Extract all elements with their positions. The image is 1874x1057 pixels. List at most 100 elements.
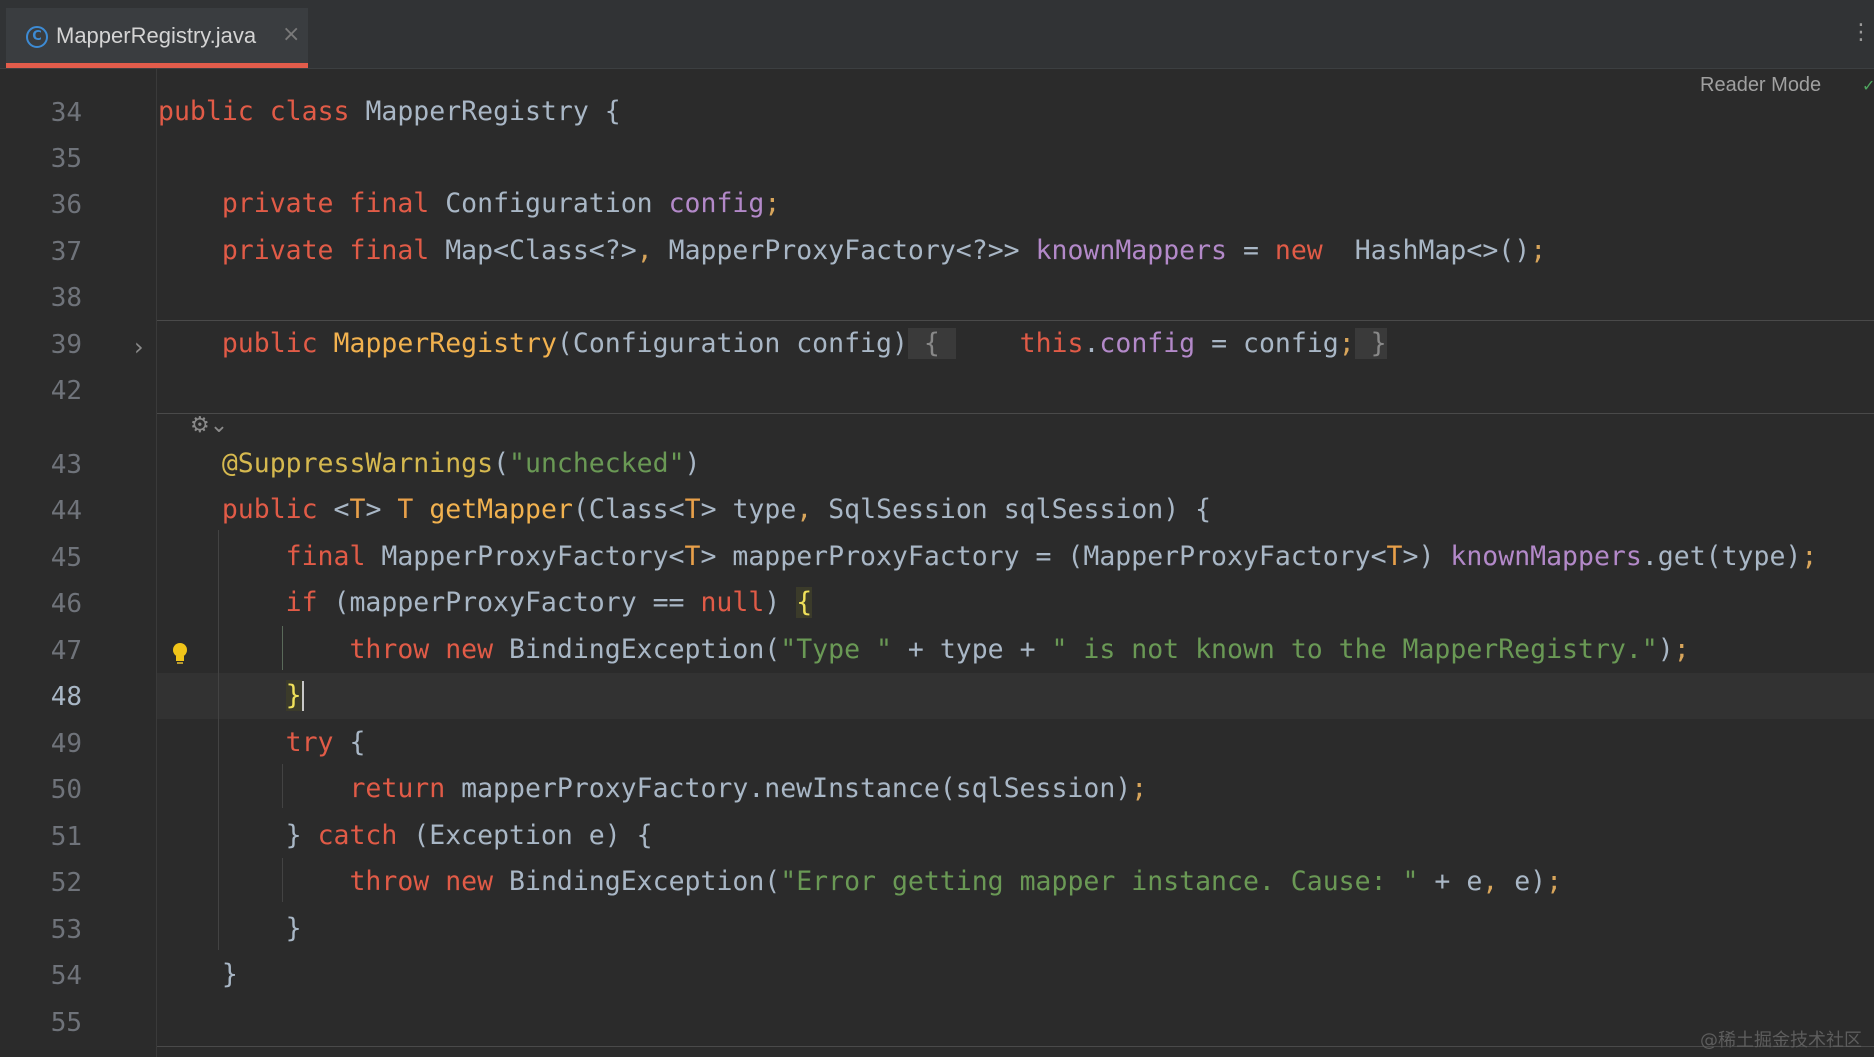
token: Configuration <box>429 188 669 219</box>
line-number: 55 <box>50 1008 82 1038</box>
token: if <box>285 587 318 618</box>
token: try <box>285 727 334 758</box>
token: knownMappers <box>1035 235 1228 266</box>
token: T <box>397 494 414 525</box>
line-number: 49 <box>50 729 82 759</box>
token: (Class< <box>572 494 685 525</box>
token: config <box>1099 328 1196 359</box>
token: ) <box>1657 634 1674 665</box>
code-line-52: throw new BindingException("Error gettin… <box>158 867 1562 897</box>
token: > <box>365 494 398 525</box>
token: T <box>349 494 366 525</box>
token: = <box>1227 235 1275 266</box>
token: T <box>684 494 701 525</box>
method-separator <box>157 320 1874 321</box>
token: Map<Class<?> <box>429 235 637 266</box>
token: public <box>221 494 318 525</box>
tab-title: MapperRegistry.java <box>56 23 257 48</box>
line-number: 36 <box>50 190 82 220</box>
folded-block-end[interactable]: } <box>1354 328 1387 359</box>
token: throw <box>349 866 430 897</box>
inlay-settings-icon[interactable]: ⚙⌄ <box>190 413 228 438</box>
token: "Type " <box>780 634 892 665</box>
code-line-43: @SuppressWarnings("unchecked") <box>158 449 701 479</box>
token: throw <box>349 634 430 665</box>
token: = config <box>1195 328 1339 359</box>
token: getMapper <box>429 494 573 525</box>
token: } <box>285 820 318 851</box>
line-number: 42 <box>50 376 82 406</box>
tab-mapper-registry[interactable]: C MapperRegistry.java × <box>6 8 308 68</box>
token: } <box>221 959 238 990</box>
editor-tab-bar: C MapperRegistry.java × ⋮ <box>0 0 1874 69</box>
line-number: 38 <box>50 283 82 313</box>
token: } <box>285 913 302 944</box>
watermark: @稀土掘金技术社区 <box>1700 1030 1862 1051</box>
check-icon: ✓ <box>1862 76 1874 95</box>
token: MapperProxyFactory<?>> <box>652 235 1036 266</box>
token: T <box>684 541 701 572</box>
matched-brace: { <box>796 587 813 618</box>
token: ) <box>684 448 701 479</box>
token: ; <box>1131 773 1148 804</box>
token: ; <box>1338 328 1355 359</box>
token: { <box>333 727 366 758</box>
token: T <box>1386 541 1403 572</box>
code-line-45: final MapperProxyFactory<T> mapperProxyF… <box>158 541 1818 572</box>
token: return <box>349 773 446 804</box>
token: BindingException( <box>493 866 781 897</box>
code-line-51: } catch (Exception e) { <box>158 821 653 851</box>
token: ; <box>1673 634 1690 665</box>
token: , <box>796 494 813 525</box>
token: + type + <box>891 634 1052 665</box>
token: >) <box>1402 541 1451 572</box>
token: ( <box>493 448 510 479</box>
code-line-50: return mapperProxyFactory.newInstance(sq… <box>158 774 1147 804</box>
line-number: 54 <box>50 961 82 991</box>
token: ; <box>1801 541 1818 572</box>
token: knownMappers <box>1450 541 1642 572</box>
line-number: 51 <box>50 822 82 852</box>
token: . <box>1083 328 1100 359</box>
token: ) <box>764 587 797 618</box>
token: > mapperProxyFactory = (MapperProxyFacto… <box>700 541 1387 572</box>
reader-mode-button[interactable]: Reader Mode <box>1700 74 1821 97</box>
code-line-53: } <box>158 914 302 944</box>
line-number: 45 <box>50 543 82 573</box>
line-number: 35 <box>50 144 82 174</box>
token: private <box>221 235 334 266</box>
code-line-46: if (mapperProxyFactory == null) { <box>158 587 813 618</box>
token: new <box>445 634 494 665</box>
token: SqlSession sqlSession) { <box>812 494 1212 525</box>
token: + e <box>1418 866 1483 897</box>
code-line-48: } <box>158 680 304 711</box>
line-number: 37 <box>50 237 82 267</box>
token: null <box>700 587 765 618</box>
token: ; <box>1530 235 1547 266</box>
token: new <box>445 866 494 897</box>
token: private <box>221 188 334 219</box>
token: (mapperProxyFactory == <box>317 587 701 618</box>
token: catch <box>317 820 398 851</box>
method-separator <box>157 1046 1874 1047</box>
line-number: 46 <box>50 589 82 619</box>
token: "unchecked" <box>509 448 685 479</box>
token: ; <box>1546 866 1563 897</box>
line-number: 52 <box>50 868 82 898</box>
token: final <box>285 541 366 572</box>
line-number: 34 <box>50 98 82 128</box>
method-separator <box>157 413 1874 414</box>
more-options-icon[interactable]: ⋮ <box>1850 22 1872 44</box>
token: , <box>1482 866 1499 897</box>
token: this <box>1019 328 1084 359</box>
close-icon[interactable]: × <box>282 22 300 47</box>
code-line-49: try { <box>158 727 366 758</box>
folded-block-start[interactable]: { <box>907 328 956 359</box>
fold-chevron-icon[interactable]: › <box>134 333 144 361</box>
code-line-39: public MapperRegistry(Configuration conf… <box>158 328 1387 359</box>
token: BindingException( <box>493 634 781 665</box>
token: public <box>221 328 318 359</box>
token: < <box>317 494 350 525</box>
token: , <box>636 235 653 266</box>
